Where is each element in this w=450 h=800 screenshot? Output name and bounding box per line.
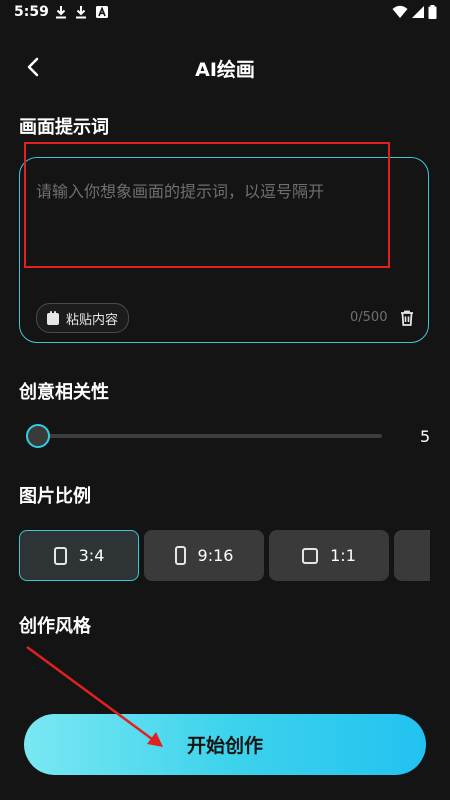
app-a-icon [96,6,108,18]
start-create-label: 开始创作 [186,735,263,757]
style-section-title: 创作风格 [19,616,91,637]
download-icon [76,6,86,19]
start-create-button[interactable]: 开始创作 [24,714,426,775]
download-icon [56,6,66,19]
ratio-options: 3:4 9:16 1:1 [19,530,430,581]
relevance-slider[interactable] [26,422,382,450]
tall-portrait-ratio-icon [174,546,186,565]
relevance-value: 5 [420,427,431,446]
clipboard-icon [47,311,59,325]
slider-thumb[interactable] [26,424,50,448]
signal-icon [412,6,424,18]
slider-track[interactable] [26,434,382,438]
prompt-input-box[interactable]: 请输入你想象画面的提示词，以逗号隔开 粘贴内容 0/500 [19,157,429,343]
paste-content-label: 粘贴内容 [66,312,119,328]
status-time: 5:59 [14,4,49,20]
ratio-option-9-16[interactable]: 9:16 [144,530,264,581]
relevance-section-title: 创意相关性 [19,382,109,403]
ratio-option-label: 9:16 [197,546,234,565]
trash-icon[interactable] [398,309,416,327]
ratio-option-3-4[interactable]: 3:4 [19,530,139,581]
ratio-option-label: 3:4 [78,546,105,565]
square-ratio-icon [302,547,319,564]
prompt-placeholder[interactable]: 请输入你想象画面的提示词，以逗号隔开 [36,178,324,202]
battery-icon [428,5,437,19]
paste-content-button[interactable]: 粘贴内容 [36,303,130,333]
ratio-option-label: 1:1 [330,546,356,565]
char-counter: 0/500 [350,310,388,325]
ratio-option-1-1[interactable]: 1:1 [269,530,389,581]
ratio-option-more[interactable] [394,530,430,581]
top-bar: AI绘画 [0,40,450,92]
portrait-ratio-icon [53,546,67,565]
prompt-section-title: 画面提示词 [19,117,109,138]
wifi-icon [392,5,408,18]
ratio-section-title: 图片比例 [19,486,91,507]
page-title: AI绘画 [195,59,255,81]
status-bar: 5:59 [0,0,450,26]
